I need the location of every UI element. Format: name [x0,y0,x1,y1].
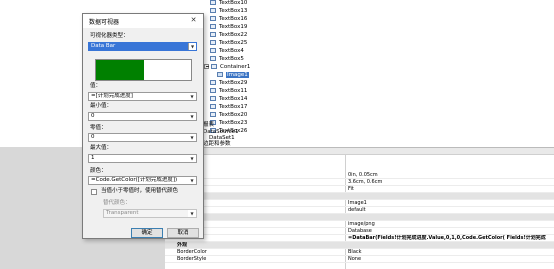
tree-item[interactable]: TextBox22 [210,32,247,39]
textbox-icon [210,40,216,45]
visualizer-type-value: Data Bar [91,43,116,49]
textbox-icon [210,96,216,101]
tree-item[interactable]: TextBox25 [210,40,247,47]
dialog-title-bar[interactable]: 数据可视器 ✕ [83,14,203,28]
property-category-appearance[interactable]: 外观 [165,242,554,249]
property-row[interactable]: BorderStyle None [165,256,554,263]
tree-item-report[interactable]: 报表 [203,122,214,129]
tree-item[interactable]: TextBox14 [210,96,247,103]
ok-button[interactable]: 确定 [131,228,163,238]
property-row-value[interactable]: Value=DataBar(Fields!计划完成进度.Value,0,1,0,… [165,235,554,242]
color-label: 颜色： [90,168,107,174]
chevron-down-icon[interactable]: ▼ [188,177,196,184]
textbox-icon [210,8,216,13]
chevron-down-icon: ▼ [188,210,196,217]
container-icon [211,64,217,69]
textbox-icon [210,112,216,117]
textbox-icon [210,104,216,109]
textbox-icon [210,88,216,93]
tree-item[interactable]: TextBox19 [210,24,247,31]
data-bar-preview [95,59,192,81]
property-row[interactable]: BorderColor Black [165,249,554,256]
max-value-field[interactable]: 1 ▼ [88,154,197,163]
property-row[interactable]: Image1 [165,200,554,207]
chevron-down-icon[interactable]: ▼ [188,113,196,120]
textbox-icon [210,32,216,37]
max-value-label: 最大值： [90,145,113,151]
property-category[interactable] [165,214,554,221]
alt-color-select: Transparent ▼ [103,209,197,218]
tree-item[interactable]: TextBox23 [210,120,247,127]
chevron-down-icon[interactable]: ▼ [188,155,196,162]
property-row[interactable]: Database [165,228,554,235]
min-value-field[interactable]: 0 ▼ [88,112,197,121]
alt-color-label: 替代颜色： [103,200,131,206]
visualizer-type-select[interactable]: Data Bar ▼ [88,42,197,51]
use-alt-color-label[interactable]: 当值小于零值时，使用替代颜色 [101,188,178,195]
tree-item[interactable]: TextBox17 [210,104,247,111]
tree-item[interactable]: TextBox20 [210,112,247,119]
property-row[interactable]: 0in, 0.05cm [165,172,554,179]
textbox-icon [210,48,216,53]
tree-item[interactable]: TextBox4 [210,48,244,55]
textbox-icon [210,24,216,29]
properties-header [165,148,554,155]
dialog-title: 数据可视器 [89,19,120,26]
visualizer-type-label: 可视化器类型： [90,33,129,39]
chevron-down-icon[interactable]: ▼ [188,134,196,141]
tree-item[interactable]: TextBox16 [210,16,247,23]
value-label: 值： [90,83,102,89]
tree-item[interactable]: TextBox13 [210,8,247,15]
collapse-icon[interactable] [204,64,209,69]
tree-item[interactable]: TextBox11 [210,88,247,95]
close-icon[interactable]: ✕ [188,16,199,25]
cancel-button[interactable]: 取消 [167,228,199,238]
tree-item-selected[interactable]: Image1 [217,72,249,79]
chevron-down-icon[interactable]: ▼ [188,93,196,100]
property-row[interactable]: 3.6cm, 0.6cm [165,179,554,186]
properties-grid: 0in, 0.05cm 3.6cm, 0.6cm Fit Image1 defa… [165,147,554,269]
report-explorer: TextBox10 TextBox13 TextBox16 TextBox19 … [200,0,554,147]
value-field[interactable]: =[计划完成进度] ▼ [88,92,197,101]
min-value-label: 最小值： [90,103,113,109]
chevron-down-icon[interactable]: ▼ [188,43,196,50]
tree-item-container[interactable]: Container1 [204,64,250,71]
data-bar-preview-fill [96,60,144,80]
property-category[interactable] [165,193,554,200]
tree-item[interactable]: TextBox10 [210,0,247,7]
zero-value-label: 零值： [90,125,107,131]
color-field[interactable]: =Code.GetColor([计划完成进度]) ▼ [88,176,197,185]
textbox-icon [210,80,216,85]
textbox-icon [210,0,216,5]
textbox-icon [210,56,216,61]
data-visualizer-dialog: 数据可视器 ✕ 可视化器类型： Data Bar ▼ 值： =[计划完成进度] … [82,13,204,239]
property-row[interactable]: image/png [165,221,554,228]
image-icon [217,72,223,77]
tree-item[interactable]: TextBox5 [210,56,244,63]
property-row[interactable]: Fit [165,186,554,193]
textbox-icon [210,16,216,21]
zero-value-field[interactable]: 0 ▼ [88,133,197,142]
tree-item[interactable]: TextBox29 [210,80,247,87]
property-row[interactable]: default [165,207,554,214]
use-alt-color-checkbox[interactable] [91,189,97,195]
